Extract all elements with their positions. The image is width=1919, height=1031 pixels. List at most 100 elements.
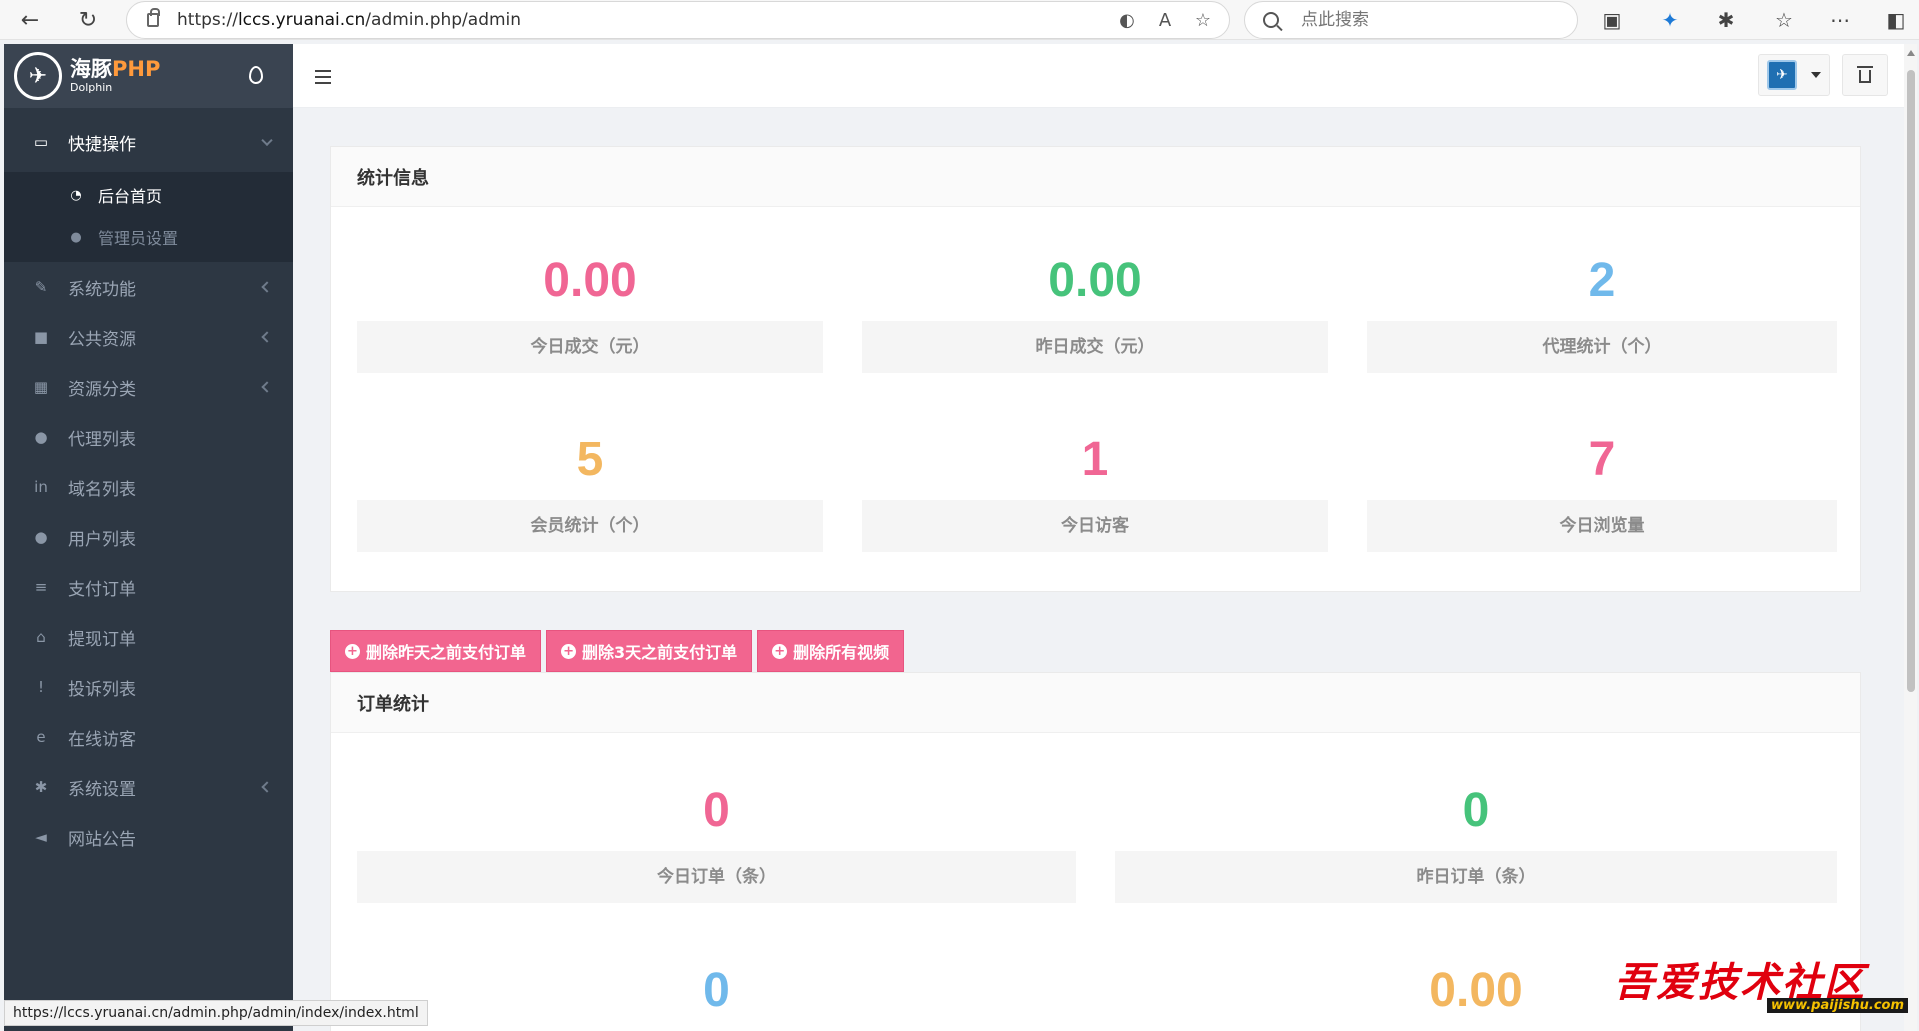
menu-toggle-icon[interactable] xyxy=(315,70,331,84)
sidebar-item-label: 用户列表 xyxy=(68,529,136,550)
grid-icon: ▦ xyxy=(33,378,49,396)
submenu-quick-actions: ◔ 后台首页 ● 管理员设置 xyxy=(4,172,293,262)
stat-member-count: 5 会员统计（个） xyxy=(357,420,823,552)
browser-toolbar: ← ↻ https://lccs.yruanai.cn/admin.php/ad… xyxy=(0,0,1919,40)
user-icon: ● xyxy=(70,229,82,245)
stat-label: 代理统计（个） xyxy=(1367,321,1837,373)
stat-label: 昨日成交（元） xyxy=(862,321,1328,373)
chevron-left-icon xyxy=(261,381,273,393)
sidebar-subitem-admin-settings[interactable]: ● 管理员设置 xyxy=(4,216,293,258)
sidebar-item-label: 域名列表 xyxy=(68,479,136,500)
page-scrollbar[interactable] xyxy=(1904,44,1917,1031)
plus-circle-icon: + xyxy=(561,643,577,659)
plus-circle-icon: + xyxy=(345,643,360,659)
stats-panel-title: 统计信息 xyxy=(331,147,1860,207)
action-button-row: + 删除昨天之前支付订单 + 删除3天之前支付订单 + 删除所有视频 xyxy=(330,630,905,672)
sidebar-item-user-list[interactable]: ● 用户列表 xyxy=(4,512,293,562)
stat-value: 0.00 xyxy=(1048,254,1142,307)
favorites-list-icon[interactable]: ☆ xyxy=(1768,4,1800,36)
chevron-left-icon xyxy=(261,331,273,343)
stat-value: 1 xyxy=(1081,433,1109,486)
sidebar-toggle-icon[interactable]: ◧ xyxy=(1880,4,1912,36)
scrollbar-thumb[interactable] xyxy=(1907,70,1915,692)
stat-value: 0 xyxy=(1462,784,1490,837)
plus-circle-icon: + xyxy=(772,643,788,659)
stat-today-revenue: 0.00 今日成交（元） xyxy=(357,241,823,373)
more-menu-icon[interactable]: ⋯ xyxy=(1824,4,1856,36)
video-camera-icon: ■ xyxy=(33,328,49,346)
scroll-up-icon[interactable] xyxy=(1907,50,1915,56)
stat-today-orders: 0 今日订单（条） xyxy=(357,771,1076,903)
stat-value: 2 xyxy=(1588,254,1616,307)
stat-agent-count: 2 代理统计（个） xyxy=(1367,241,1837,373)
theme-drop-icon[interactable] xyxy=(249,66,263,84)
cog-icon: ✱ xyxy=(34,778,48,796)
caret-down-icon xyxy=(1811,72,1821,78)
user-icon: ● xyxy=(34,528,48,546)
sidebar-item-quick-actions[interactable]: ▭ 快捷操作 xyxy=(4,112,293,172)
back-arrow-icon[interactable]: ← xyxy=(14,4,46,36)
sidebar-item-label: 公共资源 xyxy=(68,329,136,350)
sidebar-item-label: 资源分类 xyxy=(68,379,136,400)
sidebar-item-payment-orders[interactable]: ≡ 支付订单 xyxy=(4,562,293,612)
sidebar-subitem-label: 管理员设置 xyxy=(98,229,179,248)
linkedin-icon: in xyxy=(34,478,48,496)
sidebar-subitem-dashboard[interactable]: ◔ 后台首页 xyxy=(4,174,293,216)
user-menu-button[interactable]: ✈ xyxy=(1758,54,1830,96)
search-icon xyxy=(1263,12,1279,28)
page-root: ← ↻ https://lccs.yruanai.cn/admin.php/ad… xyxy=(0,0,1919,1031)
sidebar-item-system-settings[interactable]: ✱ 系统设置 xyxy=(4,762,293,812)
lock-icon xyxy=(147,8,160,27)
stat-today-visitors: 1 今日访客 xyxy=(862,420,1328,552)
address-url: https://lccs.yruanai.cn/admin.php/admin xyxy=(177,10,522,30)
sidebar-item-withdraw-orders[interactable]: ⌂ 提现订单 xyxy=(4,612,293,662)
sidebar-item-domain-list[interactable]: in 域名列表 xyxy=(4,462,293,512)
sidebar-item-label: 代理列表 xyxy=(68,429,136,450)
sidebar-item-online-visitors[interactable]: e 在线访客 xyxy=(4,712,293,762)
chevron-down-icon xyxy=(261,134,273,147)
sidebar-group-quick: ▭ 快捷操作 ◔ 后台首页 ● 管理员设置 xyxy=(4,112,293,262)
sidebar: ✈ 海豚PHP Dolphin ▭ 快捷操作 ◔ 后台首页 ● 管理员设置 ✎ … xyxy=(4,44,293,1031)
brand-header: ✈ 海豚PHP Dolphin xyxy=(4,44,293,108)
ie-icon: e xyxy=(36,728,46,746)
sidebar-item-label: 系统功能 xyxy=(68,279,136,300)
sidebar-item-public-resources[interactable]: ■ 公共资源 xyxy=(4,312,293,362)
delete-all-videos-button[interactable]: + 删除所有视频 xyxy=(757,630,905,672)
delete-yesterday-orders-button[interactable]: + 删除昨天之前支付订单 xyxy=(330,630,542,672)
sidebar-item-label: 网站公告 xyxy=(68,829,136,850)
sidebar-item-label: 系统设置 xyxy=(68,779,136,800)
extension-bird-icon[interactable]: ✦ xyxy=(1654,4,1686,36)
search-box[interactable] xyxy=(1244,1,1578,39)
edge-icon[interactable]: ◐ xyxy=(1115,8,1139,32)
stat-label: 昨日订单（条） xyxy=(1115,851,1837,903)
folder-open-icon: ▭ xyxy=(33,133,49,151)
exclamation-circle-icon: ! xyxy=(37,678,44,696)
refresh-icon[interactable]: ↻ xyxy=(72,4,104,36)
extensions-puzzle-icon[interactable]: ✱ xyxy=(1710,4,1742,36)
sidebar-item-resource-categories[interactable]: ▦ 资源分类 xyxy=(4,362,293,412)
status-bar-url: https://lccs.yruanai.cn/admin.php/admin/… xyxy=(4,1000,428,1026)
stat-orders-third: 0 xyxy=(357,951,1076,1031)
sidebar-item-site-announcement[interactable]: ◄ 网站公告 xyxy=(4,812,293,862)
clear-cache-button[interactable] xyxy=(1842,54,1888,96)
sidebar-item-complaints[interactable]: ! 投诉列表 xyxy=(4,662,293,712)
database-icon: ≡ xyxy=(34,578,48,596)
dolphin-logo-icon[interactable]: ✈ xyxy=(14,52,62,100)
stat-value: 0.00 xyxy=(543,254,637,307)
sidebar-item-system-functions[interactable]: ✎ 系统功能 xyxy=(4,262,293,312)
watermark-url: www.paijishu.com xyxy=(1767,998,1908,1013)
sidebar-item-label: 快捷操作 xyxy=(68,134,136,155)
favorite-star-icon[interactable]: ☆ xyxy=(1191,8,1215,32)
chevron-left-icon xyxy=(261,281,273,293)
sidebar-item-agent-list[interactable]: ● 代理列表 xyxy=(4,412,293,462)
delete-3day-orders-button[interactable]: + 删除3天之前支付订单 xyxy=(546,630,753,672)
users-icon: ● xyxy=(34,428,48,446)
sidebar-item-label: 提现订单 xyxy=(68,629,136,650)
bullhorn-icon: ◄ xyxy=(35,828,47,846)
collections-icon[interactable]: ▣ xyxy=(1596,4,1628,36)
read-aloud-icon[interactable]: A xyxy=(1153,8,1177,32)
sidebar-item-label: 在线访客 xyxy=(68,729,136,750)
address-bar[interactable]: https://lccs.yruanai.cn/admin.php/admin … xyxy=(126,1,1230,39)
search-input[interactable] xyxy=(1301,10,1531,30)
dashboard-icon: ◔ xyxy=(70,187,82,203)
